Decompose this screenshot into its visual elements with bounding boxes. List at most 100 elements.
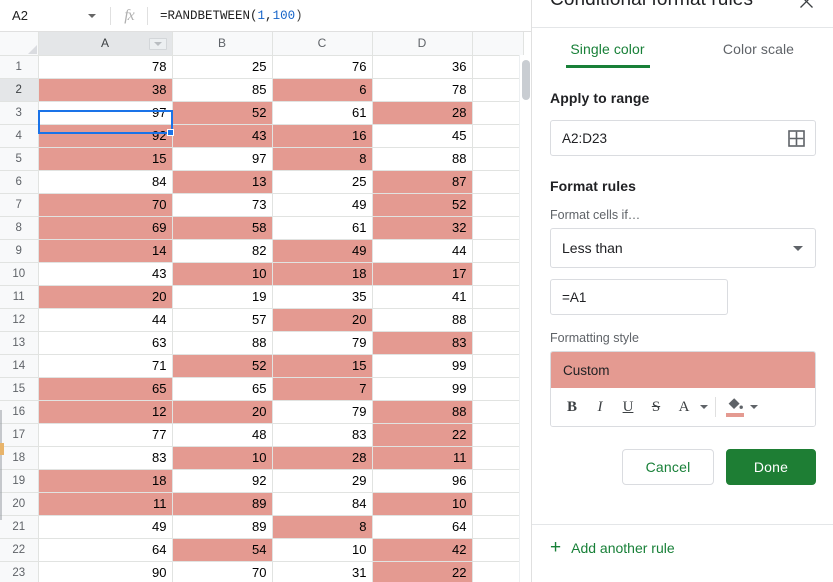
cell-D6[interactable]: 87 [371, 169, 473, 194]
cell-B17[interactable]: 48 [171, 422, 273, 447]
cell-C18[interactable]: 28 [271, 445, 373, 470]
row-header-3[interactable]: 3 [0, 100, 39, 125]
cell-B8[interactable]: 58 [171, 215, 273, 240]
cell-B13[interactable]: 88 [171, 330, 273, 355]
cell-E10[interactable] [471, 261, 524, 286]
cell-C23[interactable]: 31 [271, 560, 373, 582]
cell-B10[interactable]: 10 [171, 261, 273, 286]
tab-color-scale[interactable]: Color scale [683, 28, 833, 70]
cell-D16[interactable]: 88 [371, 399, 473, 424]
cell-B6[interactable]: 13 [171, 169, 273, 194]
cell-D15[interactable]: 99 [371, 376, 473, 401]
cell-A3[interactable]: 97 [37, 100, 173, 125]
cell-A4[interactable]: 92 [37, 123, 173, 148]
cell-A6[interactable]: 84 [37, 169, 173, 194]
cell-B16[interactable]: 20 [171, 399, 273, 424]
vertical-scrollbar[interactable] [519, 55, 531, 582]
cell-D23[interactable]: 22 [371, 560, 473, 582]
cell-C4[interactable]: 16 [271, 123, 373, 148]
cell-E3[interactable] [471, 100, 524, 125]
cell-B23[interactable]: 70 [171, 560, 273, 582]
row-header-18[interactable]: 18 [0, 445, 39, 470]
cell-A19[interactable]: 18 [37, 468, 173, 493]
cell-C11[interactable]: 35 [271, 284, 373, 309]
cell-C22[interactable]: 10 [271, 537, 373, 562]
cell-A16[interactable]: 12 [37, 399, 173, 424]
grid-scroll-container[interactable]: A B C D 1 78 25 76 36 2 38 85 6 78 3 97 52 61 28 4 92 43 1… [0, 32, 531, 582]
function-icon[interactable]: fx [111, 0, 147, 32]
cell-E11[interactable] [471, 284, 524, 309]
cell-C5[interactable]: 8 [271, 146, 373, 171]
done-button[interactable]: Done [726, 449, 816, 485]
cell-D7[interactable]: 52 [371, 192, 473, 217]
cell-C15[interactable]: 7 [271, 376, 373, 401]
cell-B5[interactable]: 97 [171, 146, 273, 171]
row-header-6[interactable]: 6 [0, 169, 39, 194]
cell-A17[interactable]: 77 [37, 422, 173, 447]
cell-A9[interactable]: 14 [37, 238, 173, 263]
row-header-15[interactable]: 15 [0, 376, 39, 401]
cell-B19[interactable]: 92 [171, 468, 273, 493]
cell-C7[interactable]: 49 [271, 192, 373, 217]
cell-E2[interactable] [471, 77, 524, 102]
cell-E20[interactable] [471, 491, 524, 516]
row-header-13[interactable]: 13 [0, 330, 39, 355]
cell-A1[interactable]: 78 [37, 54, 173, 79]
cell-E18[interactable] [471, 445, 524, 470]
cell-C6[interactable]: 25 [271, 169, 373, 194]
cell-E13[interactable] [471, 330, 524, 355]
row-header-14[interactable]: 14 [0, 353, 39, 378]
cell-B11[interactable]: 19 [171, 284, 273, 309]
cell-C21[interactable]: 8 [271, 514, 373, 539]
row-header-22[interactable]: 22 [0, 537, 39, 562]
cell-B4[interactable]: 43 [171, 123, 273, 148]
cell-E4[interactable] [471, 123, 524, 148]
column-header-b[interactable]: B [171, 32, 273, 56]
cell-D13[interactable]: 83 [371, 330, 473, 355]
close-icon[interactable] [795, 0, 817, 12]
apply-to-range-input[interactable]: A2:D23 [550, 120, 816, 156]
select-all-corner[interactable] [0, 32, 39, 56]
cell-E7[interactable] [471, 192, 524, 217]
chevron-down-icon[interactable] [88, 13, 96, 18]
cell-E6[interactable] [471, 169, 524, 194]
cell-B12[interactable]: 57 [171, 307, 273, 332]
cell-C8[interactable]: 61 [271, 215, 373, 240]
cell-E5[interactable] [471, 146, 524, 171]
underline-button[interactable]: U [615, 394, 641, 420]
column-header-a[interactable]: A [37, 32, 173, 56]
cell-E23[interactable] [471, 560, 524, 582]
column-header-d[interactable]: D [371, 32, 473, 56]
cell-E9[interactable] [471, 238, 524, 263]
cell-D3[interactable]: 28 [371, 100, 473, 125]
cell-E17[interactable] [471, 422, 524, 447]
text-color-button[interactable]: A [671, 394, 697, 420]
add-another-rule-button[interactable]: + Add another rule [550, 538, 675, 557]
cell-E14[interactable] [471, 353, 524, 378]
cell-C20[interactable]: 84 [271, 491, 373, 516]
row-header-2[interactable]: 2 [0, 77, 39, 102]
grid-select-icon[interactable] [788, 130, 805, 147]
cell-C9[interactable]: 49 [271, 238, 373, 263]
column-header-c[interactable]: C [271, 32, 373, 56]
fill-handle[interactable] [167, 129, 174, 136]
cell-B21[interactable]: 89 [171, 514, 273, 539]
formatting-style-preview[interactable]: Custom [551, 352, 815, 388]
cell-E8[interactable] [471, 215, 524, 240]
condition-value-input[interactable]: =A1 [550, 279, 728, 315]
column-header-e[interactable] [471, 32, 524, 56]
cell-B22[interactable]: 54 [171, 537, 273, 562]
fill-color-button[interactable] [723, 394, 747, 420]
cell-A15[interactable]: 65 [37, 376, 173, 401]
cancel-button[interactable]: Cancel [622, 449, 714, 485]
cell-B20[interactable]: 89 [171, 491, 273, 516]
cell-A8[interactable]: 69 [37, 215, 173, 240]
row-header-23[interactable]: 23 [0, 560, 39, 582]
cell-C14[interactable]: 15 [271, 353, 373, 378]
vertical-scrollbar-thumb[interactable] [522, 60, 530, 100]
cell-E12[interactable] [471, 307, 524, 332]
cell-D20[interactable]: 10 [371, 491, 473, 516]
fill-color-chevron-down-icon[interactable] [750, 405, 758, 409]
cell-D22[interactable]: 42 [371, 537, 473, 562]
cell-D11[interactable]: 41 [371, 284, 473, 309]
